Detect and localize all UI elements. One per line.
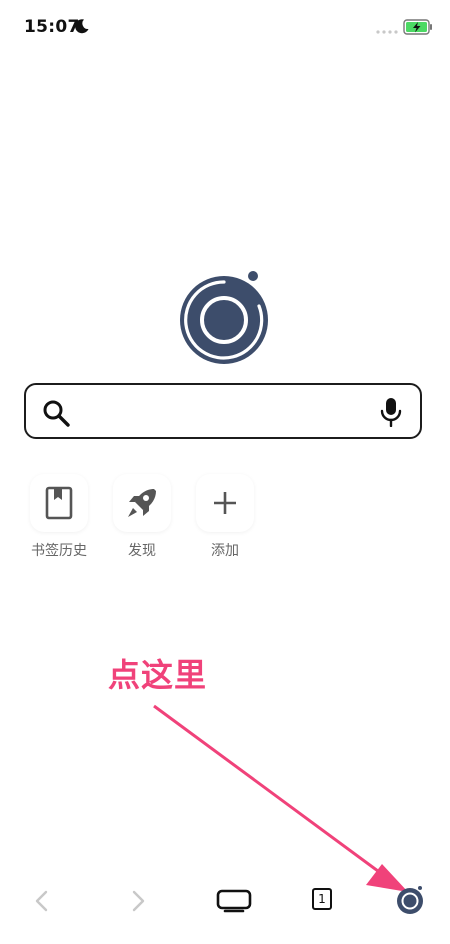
browser-logo-icon (180, 271, 268, 364)
shortcut-label: 添加 (211, 543, 239, 559)
shortcut-label: 发现 (128, 543, 156, 559)
shortcut-tile[interactable] (113, 474, 171, 532)
plus-icon (214, 492, 236, 514)
home-logo-icon[interactable] (396, 884, 426, 916)
shortcut-tile[interactable] (196, 474, 254, 532)
signal-dots-icon (376, 30, 398, 34)
status-time: 15:07 (24, 17, 80, 37)
bookmark-icon (45, 486, 73, 520)
search-bar[interactable] (24, 383, 422, 439)
forward-icon[interactable] (130, 890, 146, 912)
annotation-text: 点这里 (108, 656, 208, 694)
back-icon[interactable] (34, 890, 50, 912)
moon-icon (75, 19, 89, 34)
tabs-button[interactable]: 1 (312, 888, 332, 910)
shortcut-tile[interactable] (30, 474, 88, 532)
annotation-arrow (153, 704, 408, 892)
menu-icon[interactable] (216, 889, 252, 913)
shortcut-add[interactable]: 添加 (192, 474, 258, 560)
rocket-icon (128, 489, 156, 517)
shortcut-label: 书签历史 (31, 543, 87, 559)
shortcut-bookmarks-history[interactable]: 书签历史 (26, 474, 92, 560)
search-icon[interactable] (42, 399, 70, 427)
shortcut-discover[interactable]: 发现 (109, 474, 175, 560)
microphone-icon[interactable] (380, 397, 402, 427)
battery-charging-icon (403, 19, 432, 35)
status-bar: 15:07 (0, 0, 450, 54)
